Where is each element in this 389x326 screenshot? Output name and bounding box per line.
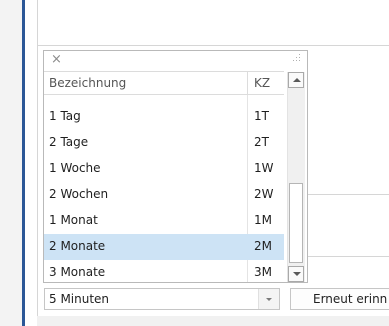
list-item[interactable]: 1 Tag 1T: [44, 104, 284, 130]
item-name: 1 Tag: [49, 109, 81, 123]
resize-grip-icon[interactable]: [293, 54, 301, 62]
item-name: 2 Tage: [49, 135, 89, 149]
remind-again-label: Erneut erinn: [313, 292, 388, 306]
list-rows: 1 Tag 1T 2 Tage 2T 1 Woche 1W 2 Wochen 2…: [44, 104, 284, 286]
item-code: 2M: [254, 239, 272, 253]
list-item[interactable]: 1 Woche 1W: [44, 156, 284, 182]
left-strip: [0, 0, 22, 326]
item-name: 2 Monate: [49, 239, 106, 253]
background-frame: [37, 0, 389, 46]
remind-again-button[interactable]: Erneut erinn: [290, 288, 389, 310]
scroll-up-icon[interactable]: [288, 72, 304, 88]
background-footer: [37, 316, 389, 326]
header-divider: [247, 72, 248, 95]
item-code: 1W: [254, 161, 274, 175]
item-name: 2 Wochen: [49, 187, 109, 201]
item-code: 1T: [254, 109, 269, 123]
snooze-combobox-value: 5 Minuten: [49, 292, 110, 306]
background-divider: [37, 45, 38, 326]
popup-titlebar: ×: [44, 51, 307, 71]
list-item[interactable]: 2 Tage 2T: [44, 130, 284, 156]
item-code: 1M: [254, 213, 272, 227]
vertical-scrollbar[interactable]: [287, 72, 305, 282]
item-code: 3M: [254, 265, 272, 279]
list-item[interactable]: 1 Monat 1M: [44, 208, 284, 234]
item-name: 1 Woche: [49, 161, 101, 175]
item-code: 2W: [254, 187, 274, 201]
dropdown-popup: × Bezeichnung KZ 1 Tag 1T 2 Tage 2T 1 Wo…: [43, 50, 308, 283]
column-header-code[interactable]: KZ: [254, 76, 270, 90]
list-header: Bezeichnung KZ: [44, 71, 284, 95]
snooze-combobox[interactable]: 5 Minuten: [44, 288, 280, 310]
list-item[interactable]: 3 Monate 3M: [44, 260, 284, 286]
close-icon[interactable]: ×: [51, 52, 62, 67]
item-name: 1 Monat: [49, 213, 98, 227]
list-item[interactable]: 2 Wochen 2W: [44, 182, 284, 208]
column-header-name[interactable]: Bezeichnung: [49, 76, 126, 90]
scrollbar-thumb[interactable]: [289, 183, 303, 263]
chevron-down-icon[interactable]: [258, 289, 279, 309]
item-name: 3 Monate: [49, 265, 106, 279]
item-code: 2T: [254, 135, 269, 149]
list-item-selected[interactable]: 2 Monate 2M: [44, 234, 284, 260]
scroll-down-icon[interactable]: [288, 266, 304, 282]
